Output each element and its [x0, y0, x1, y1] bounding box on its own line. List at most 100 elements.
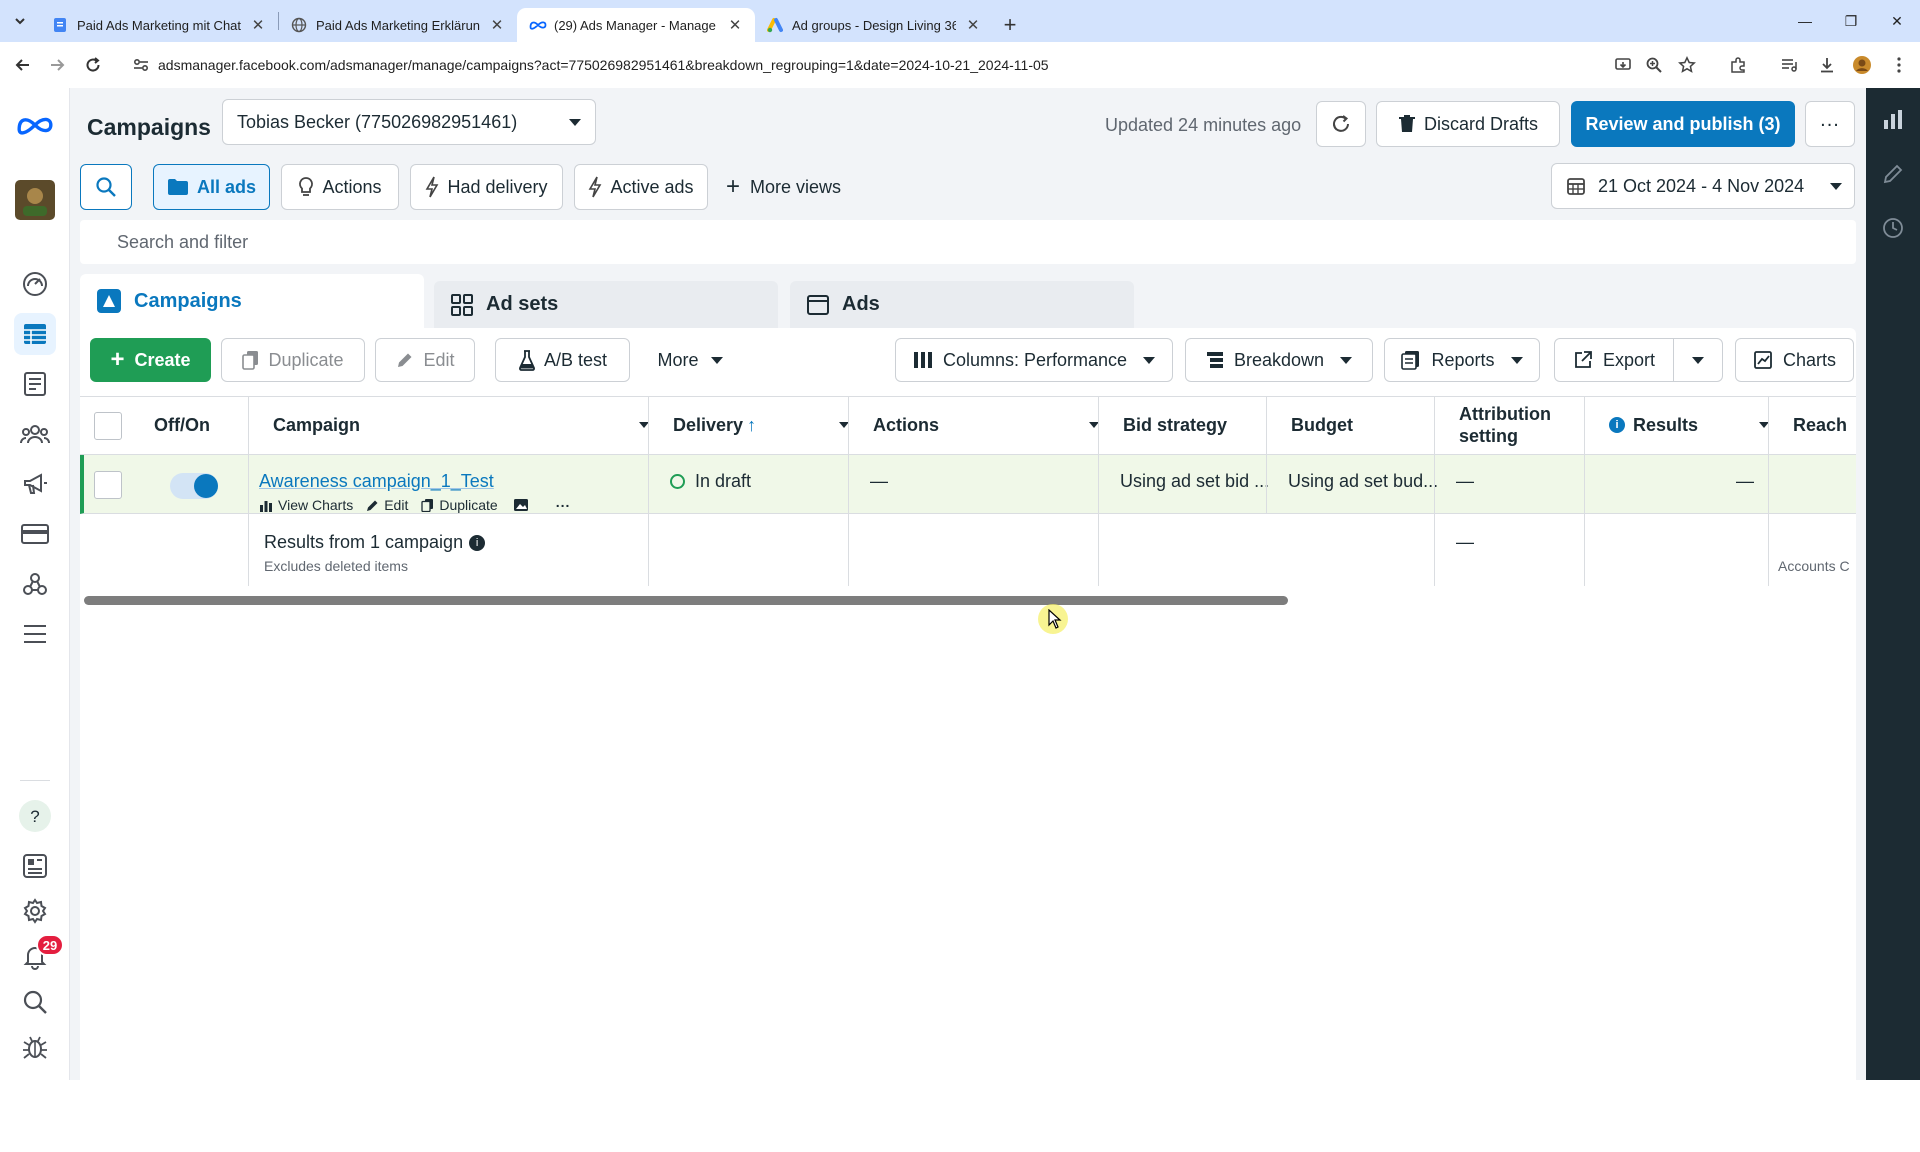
row-checkbox[interactable] — [94, 471, 122, 499]
download-icon[interactable] — [1814, 52, 1840, 78]
left-navigation: ? 29 — [0, 88, 70, 1080]
header-bid-strategy[interactable]: Bid strategy — [1111, 396, 1279, 454]
install-app-icon[interactable] — [1610, 52, 1636, 78]
profile-avatar[interactable] — [1849, 52, 1875, 78]
refresh-button[interactable] — [1316, 101, 1366, 147]
search-icon[interactable] — [14, 981, 56, 1023]
header-reach[interactable]: Reach — [1781, 396, 1856, 454]
date-range-picker[interactable]: 21 Oct 2024 - 4 Nov 2024 — [1551, 163, 1855, 209]
site-settings-icon[interactable] — [132, 56, 150, 74]
zoom-icon[interactable] — [1641, 52, 1667, 78]
minimize-button[interactable]: — — [1782, 0, 1828, 42]
folder-icon — [167, 179, 188, 195]
forward-arrow-icon[interactable] — [40, 48, 74, 82]
view-had-delivery[interactable]: Had delivery — [410, 164, 563, 210]
export-button[interactable]: Export — [1554, 338, 1674, 382]
back-arrow-icon[interactable] — [6, 48, 40, 82]
review-publish-button[interactable]: Review and publish (3) — [1571, 101, 1795, 147]
more-dropdown[interactable]: More — [640, 338, 740, 382]
close-tab-icon[interactable]: ✕ — [250, 16, 266, 34]
all-tools-menu-icon[interactable] — [14, 613, 56, 655]
account-avatar[interactable] — [14, 179, 56, 221]
right-rail — [1866, 88, 1920, 1080]
browser-tab-1[interactable]: Paid Ads Marketing mit ChatGP ✕ — [40, 8, 278, 42]
news-feed-icon[interactable] — [14, 845, 56, 887]
browser-tab-2[interactable]: Paid Ads Marketing Erklärung ✕ — [279, 8, 517, 42]
business-tools-icon[interactable] — [14, 563, 56, 605]
ab-test-button[interactable]: A/B test — [495, 338, 630, 382]
more-views-button[interactable]: + More views — [726, 164, 841, 210]
view-active-ads[interactable]: Active ads — [574, 164, 708, 210]
tab-campaigns[interactable]: Campaigns — [80, 274, 424, 328]
megaphone-icon[interactable] — [14, 463, 56, 505]
tab-title: Ad groups - Design Living 365 — [792, 17, 956, 33]
header-budget[interactable]: Budget — [1279, 396, 1447, 454]
dashboard-gauge-icon[interactable] — [14, 263, 56, 305]
header-results[interactable]: i Results — [1597, 396, 1781, 454]
billing-card-icon[interactable] — [14, 513, 56, 555]
close-tab-icon[interactable]: ✕ — [727, 16, 743, 34]
horizontal-scrollbar[interactable] — [84, 596, 1288, 605]
help-icon[interactable]: ? — [14, 795, 56, 837]
select-all-checkbox[interactable] — [94, 412, 122, 440]
account-name: Tobias Becker (775026982951461) — [237, 111, 518, 132]
campaign-toggle[interactable] — [170, 473, 218, 499]
edit-pencil-icon[interactable] — [1881, 162, 1905, 186]
chevron-down-icon — [1143, 356, 1156, 364]
header-off-on[interactable]: Off/On — [142, 396, 210, 454]
reports-dropdown[interactable]: Reports — [1384, 338, 1540, 382]
meta-logo-icon[interactable] — [14, 104, 56, 146]
close-tab-icon[interactable]: ✕ — [965, 16, 981, 34]
header-campaign[interactable]: Campaign — [261, 396, 661, 454]
pencil-icon — [398, 353, 412, 367]
header-attribution-setting[interactable]: Attribution setting — [1447, 396, 1597, 454]
browser-tab-4[interactable]: Ad groups - Design Living 365 ✕ — [755, 8, 993, 42]
edit-button[interactable]: Edit — [375, 338, 475, 382]
ads-reporting-icon[interactable] — [14, 363, 56, 405]
header-delivery[interactable]: Delivery ↑ — [661, 396, 861, 454]
media-control-icon[interactable] — [1776, 52, 1802, 78]
ellipsis-icon: ... — [1820, 108, 1840, 131]
bug-report-icon[interactable] — [14, 1026, 56, 1068]
close-window-button[interactable]: ✕ — [1874, 0, 1920, 42]
columns-dropdown[interactable]: Columns: Performance — [895, 338, 1173, 382]
header-actions[interactable]: Actions — [861, 396, 1111, 454]
search-filter-bar[interactable]: Search and filter — [80, 220, 1856, 264]
duplicate-link[interactable]: Duplicate — [439, 497, 497, 513]
search-button[interactable] — [80, 164, 132, 210]
create-button[interactable]: + Create — [90, 338, 211, 382]
browser-tab-3-active[interactable]: (29) Ads Manager - Manage ad ✕ — [517, 8, 755, 42]
export-options-dropdown[interactable] — [1673, 338, 1723, 382]
browser-menu-icon[interactable] — [1886, 52, 1912, 78]
campaign-name-link[interactable]: Awareness campaign_1_Test — [259, 471, 494, 492]
settings-gear-icon[interactable] — [14, 890, 56, 932]
view-actions[interactable]: Actions — [281, 164, 399, 210]
info-icon[interactable]: i — [469, 534, 486, 551]
discard-drafts-button[interactable]: Discard Drafts — [1376, 101, 1560, 147]
campaigns-table-icon[interactable] — [14, 313, 56, 355]
charts-button[interactable]: Charts — [1735, 338, 1854, 382]
view-all-ads[interactable]: All ads — [153, 164, 270, 210]
tab-ads[interactable]: Ads — [790, 281, 1134, 328]
duplicate-button[interactable]: Duplicate — [221, 338, 365, 382]
tab-search-chevron-icon[interactable] — [0, 0, 40, 42]
close-tab-icon[interactable]: ✕ — [489, 16, 505, 34]
new-tab-button[interactable]: + — [993, 8, 1027, 42]
bookmark-star-icon[interactable] — [1674, 52, 1700, 78]
reload-icon[interactable] — [76, 48, 110, 82]
edit-link[interactable]: Edit — [384, 497, 408, 513]
more-ellipsis-icon[interactable]: ... — [556, 494, 571, 510]
audiences-icon[interactable] — [14, 413, 56, 455]
notifications-bell-icon[interactable]: 29 — [14, 934, 64, 978]
image-icon[interactable] — [513, 498, 529, 512]
address-bar[interactable]: adsmanager.facebook.com/adsmanager/manag… — [124, 48, 1594, 82]
restore-button[interactable]: ❐ — [1828, 0, 1874, 42]
history-clock-icon[interactable] — [1881, 216, 1905, 240]
extensions-icon[interactable] — [1725, 52, 1751, 78]
view-charts-link[interactable]: View Charts — [278, 497, 353, 513]
more-options-button[interactable]: ... — [1805, 101, 1855, 147]
insights-chart-icon[interactable] — [1881, 108, 1905, 132]
tab-ad-sets[interactable]: Ad sets — [434, 281, 778, 328]
breakdown-dropdown[interactable]: Breakdown — [1185, 338, 1373, 382]
account-selector[interactable]: Tobias Becker (775026982951461) — [222, 99, 596, 145]
